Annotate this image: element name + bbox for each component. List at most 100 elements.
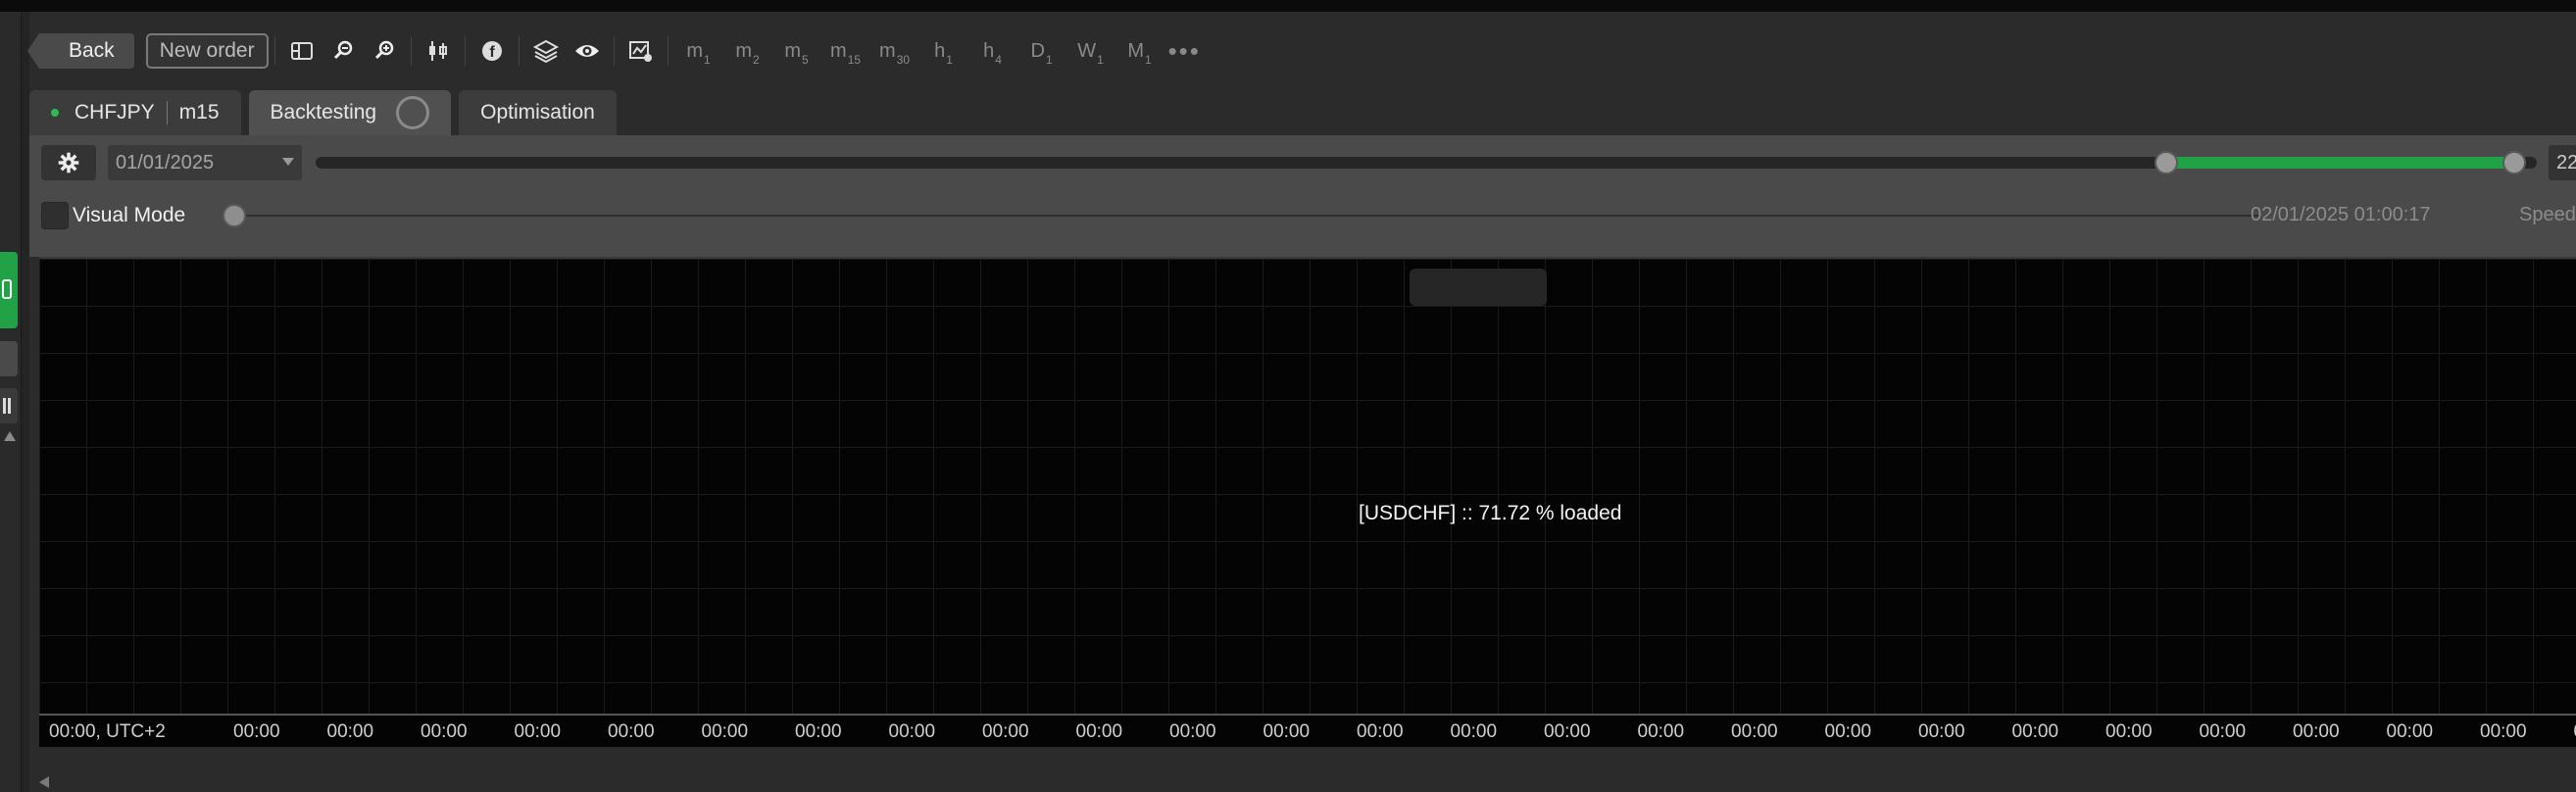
- time-axis-label: 00:00: [1544, 721, 1591, 742]
- timeframe-sub: 1: [1097, 53, 1104, 67]
- layers-icon[interactable]: [525, 31, 567, 71]
- timeframe-m15-button[interactable]: m 15: [821, 31, 870, 71]
- eye-icon[interactable]: [567, 31, 608, 71]
- time-axis-label: 00:00: [1637, 721, 1685, 742]
- timeframe-label: m15: [178, 101, 220, 124]
- playback-handle[interactable]: [223, 204, 246, 227]
- tab-backtesting[interactable]: Backtesting: [248, 90, 452, 135]
- timeframe-h4-button[interactable]: h4: [968, 31, 1017, 71]
- timeframe-m1-button[interactable]: m1: [674, 31, 723, 71]
- timeframe-label: m: [686, 39, 704, 62]
- svg-text:f: f: [489, 44, 495, 61]
- time-axis-label: 00:00: [1075, 721, 1123, 742]
- chart-panel: Back New order f m 1 m 2 m 5 m 15 m 30 h…: [27, 12, 2576, 792]
- timeframe-sub: 4: [995, 53, 1002, 67]
- toolbar-divider: [518, 36, 520, 66]
- backtesting-label: Backtesting: [270, 101, 377, 124]
- timeframe-label: h: [983, 39, 995, 62]
- visual-mode-checkbox[interactable]: [41, 202, 69, 229]
- tab-optimisation[interactable]: Optimisation: [459, 90, 617, 135]
- timeframe-label: D: [1030, 39, 1045, 62]
- timeframe-label: W: [1077, 39, 1097, 62]
- timeframe-sub: 5: [802, 53, 809, 67]
- pause-icon[interactable]: [0, 388, 18, 423]
- timeframe-sub: 1: [704, 53, 711, 67]
- time-axis-label: 00:00: [2011, 721, 2059, 742]
- chart-toolbar: Back New order f m 1 m 2 m 5 m 15 m 30 h…: [27, 29, 2576, 73]
- timeframe-label: m: [830, 39, 847, 62]
- gear-icon: [58, 152, 79, 173]
- timeframe-m5-button[interactable]: m5: [772, 31, 821, 71]
- time-axis-label: 00:00: [1918, 721, 1965, 742]
- start-date-select[interactable]: 01/01/2025: [108, 145, 302, 180]
- playback-progress-slider[interactable]: [223, 204, 2260, 227]
- timeframe-w1-button[interactable]: W1: [1066, 31, 1115, 71]
- timeframe-label: m: [784, 39, 802, 62]
- chart-layout-icon[interactable]: [281, 31, 322, 71]
- price-chart[interactable]: [USDCHF] :: 71.72 % loaded 00:00, UTC+2 0…: [39, 257, 2576, 747]
- time-axis-label: 00:00: [514, 721, 562, 742]
- rail-button[interactable]: [0, 341, 18, 376]
- rail-active-button[interactable]: [0, 252, 18, 328]
- chevron-down-icon: [282, 158, 294, 166]
- timeframe-h1-button[interactable]: h1: [919, 31, 968, 71]
- current-time: 02/01/2025 01:00:17: [2251, 204, 2431, 225]
- left-rail: [0, 12, 22, 792]
- panel-tabs: CHFJPY m15 Backtesting Optimisation: [29, 90, 617, 135]
- app-window: Back New order f m 1 m 2 m 5 m 15 m 30 h…: [0, 0, 2576, 792]
- timeframe-m30-button[interactable]: m 30: [870, 31, 919, 71]
- time-axis-label: 00:00: [608, 721, 655, 742]
- scroll-left-icon[interactable]: [39, 776, 49, 788]
- toolbar-divider: [667, 36, 669, 66]
- range-start-handle[interactable]: [2154, 151, 2178, 174]
- time-axis-label: 00:00: [2199, 721, 2247, 742]
- time-axis-label: 00:00: [1450, 721, 1498, 742]
- arrow-up-icon[interactable]: [4, 431, 16, 441]
- horizontal-scrollbar[interactable]: [39, 774, 2576, 790]
- time-axis-label: 00:00: [1169, 721, 1216, 742]
- tab-symbol[interactable]: CHFJPY m15: [29, 90, 241, 135]
- timeframe-sub: 1: [946, 53, 953, 67]
- date-range-slider[interactable]: [316, 151, 2537, 174]
- end-date-select[interactable]: 22: [2549, 145, 2576, 180]
- time-axis-label: 00:00: [2480, 721, 2527, 742]
- time-axis-label: 00:00: [1731, 721, 1778, 742]
- toolbar-divider: [613, 36, 615, 66]
- status-dot: [51, 109, 59, 117]
- time-axis-label: 00:00: [421, 721, 468, 742]
- zoom-out-icon[interactable]: [322, 31, 364, 71]
- backtest-controls: 01/01/2025 22 Visual Mode 02/01/2025 01:…: [29, 135, 2576, 257]
- timeframe-mn1-button[interactable]: M1: [1115, 31, 1164, 71]
- chart-settings-icon[interactable]: [620, 31, 662, 71]
- timeframe-label: m: [879, 39, 896, 62]
- time-axis-label: 00:00: [326, 721, 374, 742]
- date-range-row: 01/01/2025 22: [29, 139, 2576, 182]
- back-button[interactable]: Back: [27, 33, 134, 69]
- more-options-icon[interactable]: •••: [1168, 36, 1201, 67]
- time-axis-label: 00:00: [1824, 721, 1872, 742]
- new-order-button[interactable]: New order: [145, 33, 269, 69]
- top-strip: [0, 0, 2576, 12]
- toolbar-divider: [464, 36, 466, 66]
- range-end-handle[interactable]: [2502, 151, 2527, 174]
- time-axis-label: 00:00, UTC+2: [49, 721, 166, 742]
- panel-icon: [2, 279, 12, 299]
- toolbar-divider: [273, 36, 275, 66]
- toolbar-divider: [410, 36, 412, 66]
- indicators-icon[interactable]: f: [471, 31, 513, 71]
- timeframe-label: M: [1127, 39, 1145, 62]
- settings-button[interactable]: [41, 145, 96, 180]
- visual-mode-label: Visual Mode: [73, 204, 186, 226]
- time-axis-label: 00:00: [888, 721, 936, 742]
- timeframe-sub: 30: [896, 53, 911, 67]
- loading-message: [USDCHF] :: 71.72 % loaded: [1359, 502, 1622, 524]
- zoom-in-icon[interactable]: [364, 31, 405, 71]
- optimisation-label: Optimisation: [480, 101, 595, 124]
- time-axis-label: 00:00: [2293, 721, 2340, 742]
- timeframe-m2-button[interactable]: m2: [723, 31, 772, 71]
- candlestick-icon[interactable]: [418, 31, 459, 71]
- time-axis-label: 00:00: [2105, 721, 2153, 742]
- divider: [166, 101, 168, 124]
- time-axis-label: 00:00: [2386, 721, 2434, 742]
- timeframe-d1-button[interactable]: D1: [1017, 31, 1066, 71]
